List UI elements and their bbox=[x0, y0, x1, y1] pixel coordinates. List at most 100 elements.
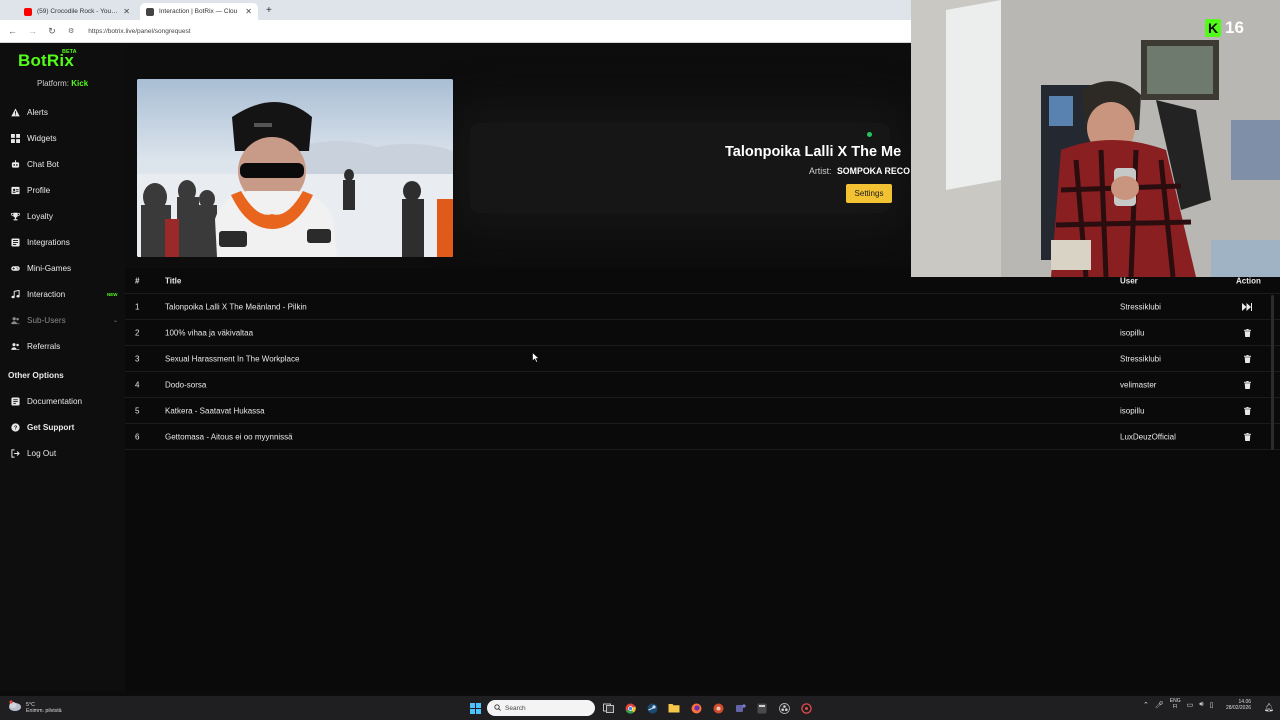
clock-date: 28/02/2026 bbox=[1226, 705, 1252, 711]
taskbar-apps bbox=[600, 700, 814, 716]
column-header-action: Action bbox=[1236, 276, 1261, 285]
logout-icon bbox=[11, 448, 20, 458]
now-playing-title: Talonpoika Lalli X The Me bbox=[725, 144, 902, 160]
viewer-count: 16 bbox=[1225, 18, 1244, 37]
browser-tab-youtube[interactable]: (59) Crocodile Rock - YouTube ✕ bbox=[18, 3, 136, 20]
other-options-heading: Other Options bbox=[8, 370, 64, 380]
row-number: 3 bbox=[135, 354, 140, 363]
firefox-icon[interactable] bbox=[688, 700, 704, 716]
requester: Stressiklubi bbox=[1120, 302, 1161, 311]
app-red-icon[interactable] bbox=[710, 700, 726, 716]
back-arrow-icon[interactable]: ← bbox=[8, 26, 17, 36]
tab-title: Interaction | BotRix — Clou bbox=[159, 8, 238, 15]
table-row: 1 Talonpoika Lalli X The Meänland - Pilk… bbox=[125, 294, 1280, 320]
gamepad-icon bbox=[11, 264, 20, 273]
sidebar-item-loyalty[interactable]: Loyalty bbox=[0, 203, 125, 229]
taskbar-start bbox=[467, 700, 483, 716]
sidebar-item-referrals[interactable]: Referrals bbox=[0, 333, 125, 359]
sidebar-item-mini-games[interactable]: Mini-Games bbox=[0, 255, 125, 281]
sidebar-item-interaction[interactable]: Interaction NEW bbox=[0, 281, 125, 307]
windows-start-icon[interactable] bbox=[467, 700, 483, 716]
trash-icon[interactable] bbox=[1242, 406, 1252, 416]
search-icon bbox=[494, 703, 501, 713]
table-row: 6 Gettomasa - Aitous ei oo myynnissä Lux… bbox=[125, 424, 1280, 450]
integrations-icon bbox=[11, 237, 20, 247]
new-tab-button[interactable]: + bbox=[266, 5, 272, 16]
teams-icon[interactable] bbox=[732, 700, 748, 716]
task-view-icon[interactable] bbox=[600, 700, 616, 716]
trash-icon[interactable] bbox=[1242, 328, 1252, 338]
song-title: Dodo-sorsa bbox=[165, 380, 207, 389]
skip-icon[interactable] bbox=[1242, 302, 1252, 312]
music-icon bbox=[11, 289, 20, 299]
close-icon[interactable]: ✕ bbox=[123, 7, 130, 16]
sidebar-item-label: Sub-Users bbox=[27, 315, 66, 325]
kick-logo-icon: K bbox=[1205, 19, 1221, 37]
sidebar-item-label: Interaction bbox=[27, 289, 66, 299]
help-icon: ? bbox=[11, 422, 20, 432]
platform-indicator: Platform: Kick bbox=[37, 79, 88, 88]
new-badge: NEW bbox=[107, 291, 118, 297]
taskbar: 5°C Enimm. pilvistä Search ⌃ 🎤︎ ENG FI ▭… bbox=[0, 696, 1280, 720]
column-header-user: User bbox=[1120, 276, 1138, 285]
file-explorer-icon[interactable] bbox=[666, 700, 682, 716]
weather-widget[interactable]: 5°C Enimm. pilvistä bbox=[8, 699, 62, 717]
sidebar-item-chat-bot[interactable]: Chat Bot bbox=[0, 151, 125, 177]
volume-icon[interactable]: 🔊︎ bbox=[1199, 701, 1203, 709]
table-row: 3 Sexual Harassment In The Workplace Str… bbox=[125, 346, 1280, 372]
song-title: Katkera - Saatavat Hukassa bbox=[165, 406, 265, 415]
sidebar-item-sub-users[interactable]: Sub-Users ⌄ bbox=[0, 307, 125, 333]
obs-icon[interactable] bbox=[776, 700, 792, 716]
sidebar-item-alerts[interactable]: Alerts bbox=[0, 99, 125, 125]
site-info-icon[interactable]: ⚙ bbox=[68, 27, 74, 35]
calculator-icon[interactable] bbox=[754, 700, 770, 716]
url-field[interactable]: https://botrix.live/panel/songrequest bbox=[88, 28, 190, 35]
sidebar-item-label: Log Out bbox=[27, 448, 57, 458]
chatbot-icon bbox=[11, 159, 20, 169]
chrome-icon[interactable] bbox=[622, 700, 638, 716]
weather-icon bbox=[8, 699, 22, 717]
language-indicator[interactable]: ENG FI bbox=[1170, 698, 1181, 710]
sidebar-item-get-support[interactable]: ? Get Support bbox=[0, 414, 125, 440]
widgets-icon bbox=[11, 133, 20, 143]
app-badge-icon[interactable] bbox=[798, 700, 814, 716]
search-placeholder: Search bbox=[505, 704, 526, 712]
artist-value: SOMPOKA RECO bbox=[836, 166, 910, 176]
taskbar-clock[interactable]: 14.06 28/02/2026 bbox=[1226, 699, 1251, 711]
sidebar-item-label: Loyalty bbox=[27, 211, 53, 221]
kick-viewer-badge: K 16 bbox=[1205, 17, 1244, 39]
reload-icon[interactable]: ↻ bbox=[48, 26, 56, 37]
trash-icon[interactable] bbox=[1242, 380, 1252, 390]
steam-icon[interactable] bbox=[644, 700, 660, 716]
notification-bell-icon[interactable]: 🔔︎ bbox=[1264, 703, 1274, 712]
mouse-cursor-icon bbox=[532, 350, 540, 368]
requester: velimaster bbox=[1120, 380, 1157, 389]
chevron-down-icon[interactable]: ⌄ bbox=[113, 317, 118, 324]
sidebar-item-label: Referrals bbox=[27, 341, 61, 351]
profile-icon bbox=[11, 186, 20, 195]
platform-value: Kick bbox=[71, 79, 89, 88]
trash-icon[interactable] bbox=[1242, 432, 1252, 442]
settings-button[interactable]: Settings bbox=[846, 184, 892, 203]
close-icon[interactable]: ✕ bbox=[245, 7, 252, 16]
sidebar-item-profile[interactable]: Profile bbox=[0, 177, 125, 203]
forward-arrow-icon[interactable]: → bbox=[28, 26, 37, 36]
row-number: 2 bbox=[135, 328, 140, 337]
row-number: 6 bbox=[135, 432, 140, 441]
microphone-icon[interactable]: 🎤︎ bbox=[1155, 701, 1164, 709]
sidebar-item-widgets[interactable]: Widgets bbox=[0, 125, 125, 151]
video-thumbnail[interactable] bbox=[137, 79, 453, 257]
taskbar-search[interactable]: Search bbox=[487, 700, 595, 716]
sidebar-item-label: Mini-Games bbox=[27, 263, 72, 273]
sidebar-item-log-out[interactable]: Log Out bbox=[0, 440, 125, 466]
system-tray: ⌃ 🎤︎ ENG FI ▭ 🔊︎ ▯ bbox=[1143, 698, 1214, 710]
sidebar-item-label: Get Support bbox=[27, 422, 75, 432]
battery-icon[interactable]: ▯ bbox=[1210, 701, 1214, 709]
sidebar-item-documentation[interactable]: Documentation bbox=[0, 388, 125, 414]
tray-chevron-up-icon[interactable]: ⌃ bbox=[1143, 701, 1149, 709]
sidebar-item-integrations[interactable]: Integrations bbox=[0, 229, 125, 255]
browser-tab-botrix[interactable]: Interaction | BotRix — Clou ✕ bbox=[140, 3, 258, 20]
trash-icon[interactable] bbox=[1242, 354, 1252, 364]
network-icon[interactable]: ▭ bbox=[1187, 701, 1194, 709]
table-scrollbar[interactable] bbox=[1271, 295, 1274, 450]
